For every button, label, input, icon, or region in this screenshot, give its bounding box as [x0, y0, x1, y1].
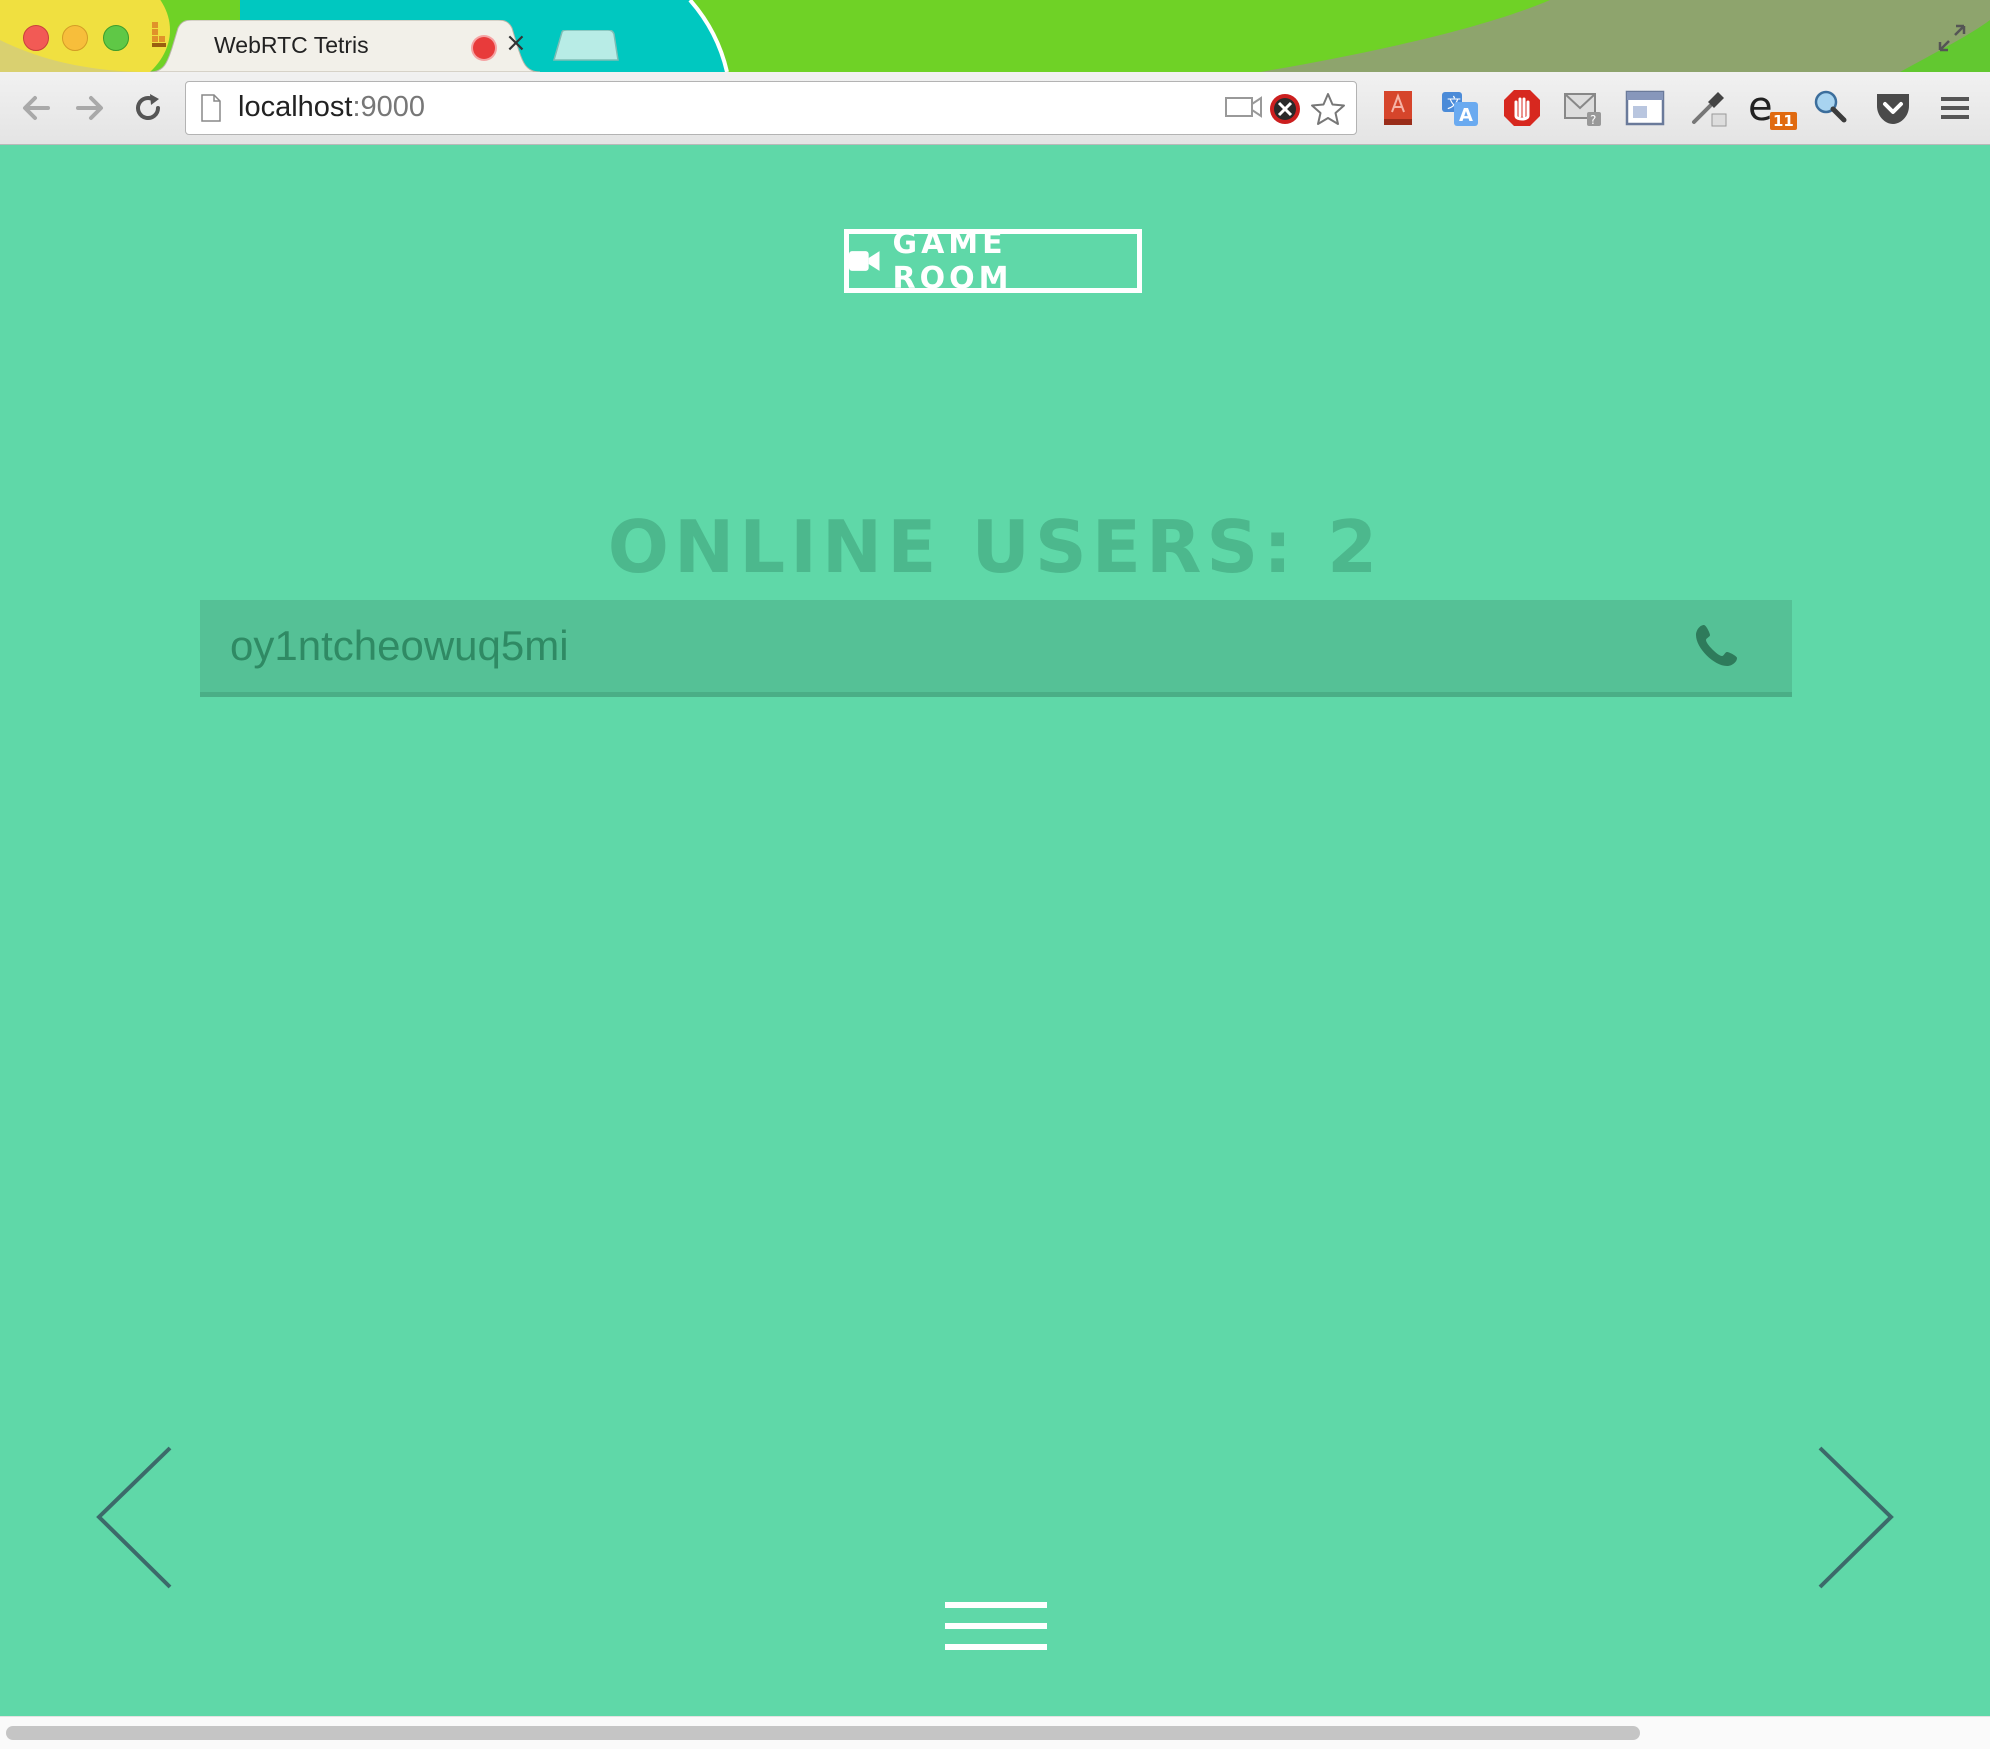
eyedropper-icon[interactable] [1688, 88, 1728, 128]
url-port: :9000 [352, 91, 426, 123]
game-room-button[interactable]: GAME ROOM [844, 226, 1142, 296]
translate-extension-icon[interactable]: 文 A [1440, 88, 1480, 128]
tetris-favicon-icon [152, 22, 166, 47]
bookmark-star-icon[interactable] [1310, 92, 1346, 126]
mail-checker-icon[interactable]: ? [1563, 88, 1603, 128]
page-icon [201, 94, 221, 122]
online-users-heading: ONLINE USERS: 2 [607, 505, 1383, 589]
fullscreen-icon[interactable] [1936, 22, 1968, 54]
scrollbar-thumb[interactable] [6, 1726, 1640, 1740]
recording-indicator-icon [473, 37, 495, 59]
window-maximize-button[interactable] [103, 25, 129, 51]
next-arrow-icon[interactable] [1815, 1445, 1895, 1590]
ie-tab-extension-icon[interactable]: e 11 [1748, 84, 1797, 130]
window-close-button[interactable] [23, 25, 49, 51]
search-globe-icon[interactable] [1812, 88, 1852, 128]
forward-arrow-icon[interactable] [72, 90, 108, 126]
phone-call-icon[interactable] [1694, 622, 1740, 668]
extension-badge: 11 [1770, 112, 1797, 130]
user-list-item: oy1ntcheowuq5mi [200, 600, 1792, 697]
reload-icon[interactable] [130, 90, 166, 126]
back-arrow-icon[interactable] [18, 90, 54, 126]
window-minimize-button[interactable] [62, 25, 88, 51]
pdf-extension-icon[interactable] [1378, 88, 1418, 128]
new-tab-button[interactable] [552, 30, 620, 62]
tab-close-icon[interactable]: × [505, 28, 527, 58]
svg-text:?: ? [1590, 113, 1596, 127]
blocked-icon[interactable] [1268, 92, 1302, 126]
tab-webrtc-tetris[interactable]: WebRTC Tetris × [150, 20, 540, 72]
hamburger-menu-icon[interactable] [945, 1602, 1047, 1652]
adblock-hand-icon[interactable] [1502, 88, 1542, 128]
page-content: GAME ROOM ONLINE USERS: 2 oy1ntcheowuq5m… [0, 145, 1990, 1715]
horizontal-scrollbar[interactable] [0, 1716, 1990, 1749]
window-resizer-icon[interactable] [1625, 88, 1665, 128]
user-name: oy1ntcheowuq5mi [230, 622, 569, 669]
game-room-label: GAME ROOM [892, 226, 1013, 296]
url-text: localhost:9000 [238, 91, 425, 124]
tab-title: WebRTC Tetris [214, 32, 369, 58]
browser-toolbar: localhost:9000 文 A ? e 11 [0, 72, 1990, 145]
browser-titlebar: WebRTC Tetris × [0, 0, 1990, 72]
chrome-menu-icon[interactable] [1935, 88, 1975, 128]
camera-blocked-icon[interactable] [1224, 92, 1264, 122]
video-camera-icon [849, 251, 880, 271]
pocket-icon[interactable] [1873, 88, 1913, 128]
svg-text:e: e [1748, 88, 1773, 128]
url-host: localhost [238, 91, 353, 123]
svg-text:A: A [1459, 105, 1473, 126]
previous-arrow-icon[interactable] [95, 1445, 175, 1590]
address-bar[interactable]: localhost:9000 [185, 81, 1357, 135]
